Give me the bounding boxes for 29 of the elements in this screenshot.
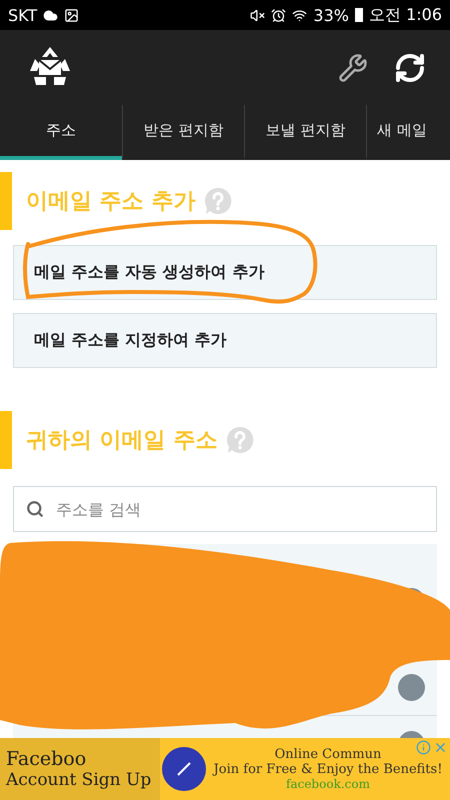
battery-percent: 33% <box>313 6 349 24</box>
add-address-button[interactable]: 메일 주소를 지정하여 추가 <box>13 313 437 368</box>
section-title: 귀하의 이메일 주소 <box>26 427 218 455</box>
alarm-icon <box>271 8 286 22</box>
search-field[interactable]: 주소를 검색 <box>13 486 437 532</box>
image-icon <box>64 8 80 22</box>
settings-icon[interactable] <box>338 52 368 82</box>
ad-tagline: Join for Free & Enjoy the Benefits! <box>214 762 442 777</box>
section-title: 이메일 주소 추가 <box>26 188 196 216</box>
battery-icon <box>354 8 363 22</box>
info-icon[interactable] <box>416 740 431 755</box>
close-icon[interactable] <box>433 740 448 755</box>
search-icon <box>26 500 44 518</box>
ad-banner[interactable]: Faceboo Account Sign Up Online Commun Join for Free & Enjoy the Benefits! facebook.com <box>0 738 450 800</box>
carrier-label: SKT <box>8 6 38 24</box>
ad-headline: Online Commun <box>274 747 382 762</box>
status-dot-icon <box>398 674 425 700</box>
help-icon[interactable] <box>203 186 234 216</box>
refresh-icon[interactable] <box>394 52 426 84</box>
clock-time: 오전 1:06 <box>368 4 442 26</box>
search-input[interactable]: 주소를 검색 <box>54 498 424 520</box>
wifi-icon <box>292 8 308 22</box>
mute-icon <box>250 8 266 22</box>
cloud-icon <box>43 8 58 22</box>
ad-title: Faceboo <box>6 748 88 770</box>
ad-title: Account Sign Up <box>6 770 152 790</box>
add-address-button[interactable]: 메일 주소를 자동 생성하여 추가 <box>13 245 437 300</box>
help-icon[interactable] <box>225 425 256 455</box>
arrow-circle-icon <box>162 747 206 791</box>
